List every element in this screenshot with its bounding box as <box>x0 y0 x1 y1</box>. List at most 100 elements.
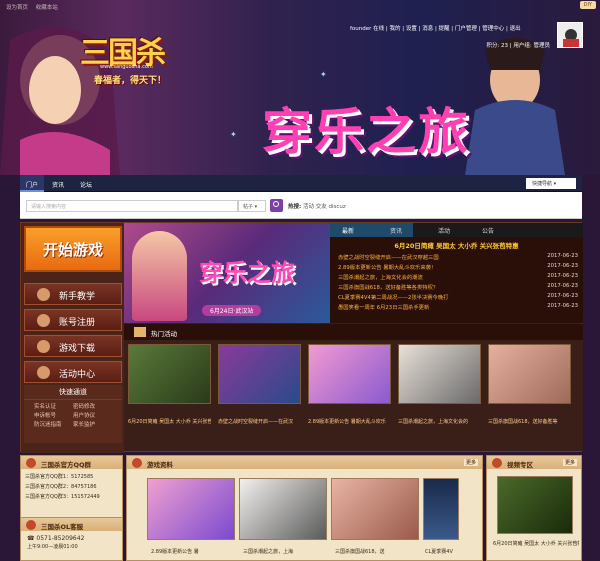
nav-item-forum[interactable]: 论坛 <box>80 180 92 189</box>
news-title: 三国杀潮起之旅，上海文化会的潮流 <box>338 275 423 281</box>
activity-card[interactable]: 三国杀旗国战618，送好备胜等 <box>488 344 571 425</box>
banner-title: 穿乐之旅 <box>199 259 295 287</box>
quick-channel-title: 快速通道 <box>24 387 122 400</box>
activity-center-label: 活动中心 <box>59 370 96 380</box>
hero-character-illustration-right <box>465 37 565 175</box>
download-icon <box>37 340 50 353</box>
quick-link[interactable]: 用户协议 <box>73 412 112 421</box>
start-game-button[interactable]: 开始游戏 <box>24 226 122 272</box>
quick-link[interactable]: 家长监护 <box>73 421 112 430</box>
diy-button[interactable]: DIY <box>579 1 596 9</box>
list-item[interactable]: 2.89版本更新公告 暑期大乱斗欢乐来袭！ 2017-06-23 <box>338 263 578 273</box>
user-links[interactable]: founder 在线 | 我的 | 设置 | 消息 | 提醒 | 门户管理 | … <box>350 24 550 32</box>
list-item[interactable]: 愚国笑看一周年 6月23日三国杀手更新 2017-06-23 <box>338 303 578 313</box>
qq-panel-title: 三国杀官方QQ群 <box>41 461 92 469</box>
more-link[interactable]: 更多 <box>463 459 478 466</box>
download-label: 游戏下载 <box>59 344 96 354</box>
news-title: 三国杀旗国战618，送好备胜等各类特权？ <box>338 285 439 291</box>
game-info-thumb[interactable] <box>331 478 419 540</box>
list-item[interactable]: 赤壁之战时空裂缝开启——在武汉穿越三国 2017-06-23 <box>338 253 578 263</box>
news-box: 最新 资讯 活动 公告 6月20日简瘫 吴国太 大小乔 关兴张苞特惠 赤壁之战时… <box>330 223 583 323</box>
service-hours: 上午9:00—凌晨01:00 <box>27 544 78 550</box>
hot-term[interactable]: discuz <box>328 204 345 210</box>
hat-icon <box>37 288 50 301</box>
video-caption[interactable]: 6月20日简瘫 吴国太 大小乔 关兴张苞特 <box>493 540 579 547</box>
left-column: 开始游戏 新手教学 账号注册 游戏下载 活动中心 快速通道 实名认证 密码修改 … <box>21 223 124 453</box>
quick-nav-dropdown[interactable]: 快捷导航 ▾ <box>526 178 576 189</box>
tutorial-button[interactable]: 新手教学 <box>24 283 122 305</box>
news-tabs: 最新 资讯 活动 公告 <box>330 223 583 237</box>
avatar[interactable] <box>557 22 583 48</box>
activity-card[interactable]: 6月20日简瘫 吴国太 大小乔 关兴张苞 <box>128 344 211 425</box>
search-scope-select[interactable]: 帖子 ▾ <box>238 200 266 212</box>
game-info-thumb[interactable] <box>239 478 327 540</box>
game-info-caption[interactable]: 三国杀旗国战618，送 <box>335 548 419 555</box>
list-item[interactable]: 三国杀旗国战618，送好备胜等各类特权？ 2017-06-23 <box>338 283 578 293</box>
tab-news[interactable]: 资讯 <box>390 226 402 235</box>
bookmark-link[interactable]: 收藏本站 <box>36 5 58 11</box>
activity-card[interactable]: 赤壁之战时空裂缝开启——在武汉 <box>218 344 301 425</box>
list-item[interactable]: CL夏季赛4V4第二周战况——2张半决赛今晚打 2017-06-23 <box>338 293 578 303</box>
sparkle-icon: ✦ <box>230 130 237 139</box>
game-info-thumb[interactable] <box>423 478 459 540</box>
hero-title: 穿乐之旅 <box>262 103 470 161</box>
nav-item-news[interactable]: 资讯 <box>52 180 64 189</box>
main-nav: 门户 资讯 论坛 快捷导航 ▾ <box>20 175 582 192</box>
banner-character-image <box>132 231 187 321</box>
register-button[interactable]: 账号注册 <box>24 309 122 331</box>
qq-group-row[interactable]: 三国杀官方QQ群1：5172585 <box>25 472 118 482</box>
qq-group-row[interactable]: 三国杀官方QQ群2：84757186 <box>25 482 118 492</box>
quick-link[interactable]: 防沉迷指南 <box>34 421 73 430</box>
promo-banner[interactable]: 穿乐之旅 6月24日·武汉站 <box>124 223 330 323</box>
news-date: 2017-06-23 <box>547 303 578 309</box>
eye-icon <box>37 366 50 379</box>
game-info-caption[interactable]: 2.89版本更新公告 暑 <box>151 548 235 555</box>
activity-caption: 三国杀旗国战618，送好备胜等 <box>488 419 558 425</box>
hot-term[interactable]: 活动 <box>303 204 314 210</box>
game-info-title: 游戏资料 <box>147 461 173 469</box>
download-button[interactable]: 游戏下载 <box>24 335 122 357</box>
quick-link[interactable]: 密码修改 <box>73 403 112 412</box>
list-item[interactable]: 三国杀潮起之旅，上海文化会的潮流 2017-06-23 <box>338 273 578 283</box>
banner-subtitle: 6月24日·武汉站 <box>202 305 262 316</box>
news-title: 愚国笑看一周年 6月23日三国杀手更新 <box>338 305 430 311</box>
search-scope-value: 帖子 <box>243 204 254 210</box>
activity-center-button[interactable]: 活动中心 <box>24 361 122 383</box>
tab-notice[interactable]: 公告 <box>482 226 494 235</box>
search-input[interactable]: 请输入搜索内容 <box>26 200 238 212</box>
quick-link[interactable]: 实名认证 <box>34 403 73 412</box>
logo-slogan: 春福者，得天下！ <box>94 76 167 86</box>
hot-search-label: 热搜: <box>288 204 302 210</box>
activity-card[interactable]: 2.89版本更新公告 暑期大乱斗欢乐 <box>308 344 391 425</box>
quick-nav-label: 快捷导航 <box>532 181 553 187</box>
nav-item-portal[interactable]: 门户 <box>26 180 38 189</box>
hot-search: 热搜: 活动 交友 discuz <box>288 202 346 210</box>
news-date: 2017-06-23 <box>547 263 578 269</box>
qq-group-row[interactable]: 三国杀官方QQ群3：151572449 <box>25 492 118 502</box>
search-button[interactable] <box>270 199 283 212</box>
sparkle-icon: ✦ <box>320 70 327 79</box>
game-info-caption[interactable]: 三国杀潮起之旅，上海 <box>243 548 327 555</box>
video-panel: 视频专区 更多 6月20日简瘫 吴国太 大小乔 关兴张苞特 <box>486 455 582 561</box>
activity-caption: 6月20日简瘫 吴国太 大小乔 关兴张苞 <box>128 419 211 425</box>
chevron-down-icon: ▾ <box>553 181 557 187</box>
user-icon <box>37 314 50 327</box>
main-section: 开始游戏 新手教学 账号注册 游戏下载 活动中心 快速通道 实名认证 密码修改 … <box>20 222 583 453</box>
news-date: 2017-06-23 <box>547 273 578 279</box>
game-info-thumb[interactable] <box>147 478 235 540</box>
search-bar: 请输入搜索内容 帖子 ▾ 热搜: 活动 交友 discuz <box>20 192 582 219</box>
news-list: 赤壁之战时空裂缝开启——在武汉穿越三国 2017-06-23 2.89版本更新公告… <box>338 253 578 313</box>
activity-caption: 三国杀潮起之旅，上海文化会的 <box>398 419 469 425</box>
set-homepage-link[interactable]: 设为首页 <box>6 5 28 11</box>
quick-link[interactable]: 申诉帐号 <box>34 412 73 421</box>
activity-card[interactable]: 三国杀潮起之旅，上海文化会的 <box>398 344 481 425</box>
site-logo[interactable]: 三国杀 www.sanguosha.com 春福者，得天下！ <box>80 28 195 86</box>
news-headline[interactable]: 6月20日简瘫 吴国太 大小乔 关兴张苞特惠 <box>330 240 583 250</box>
hot-term[interactable]: 交友 <box>316 204 327 210</box>
video-thumb[interactable] <box>497 476 573 534</box>
user-stats[interactable]: 积分: 23 | 用户组: 管理员 <box>350 41 550 49</box>
more-link[interactable]: 更多 <box>562 459 577 466</box>
game-info-caption[interactable]: CL夏季赛4V <box>425 548 475 555</box>
phone-icon: ☎ <box>27 535 35 542</box>
tab-activity[interactable]: 活动 <box>438 226 450 235</box>
